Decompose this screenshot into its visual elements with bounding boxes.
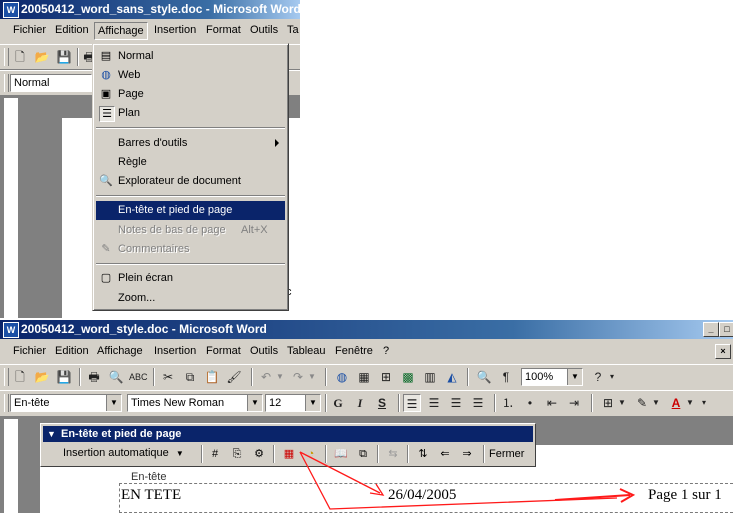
annotation-line-return — [299, 451, 618, 510]
annotation-overlay — [299, 451, 636, 510]
annotation-arrow-date — [299, 451, 381, 494]
